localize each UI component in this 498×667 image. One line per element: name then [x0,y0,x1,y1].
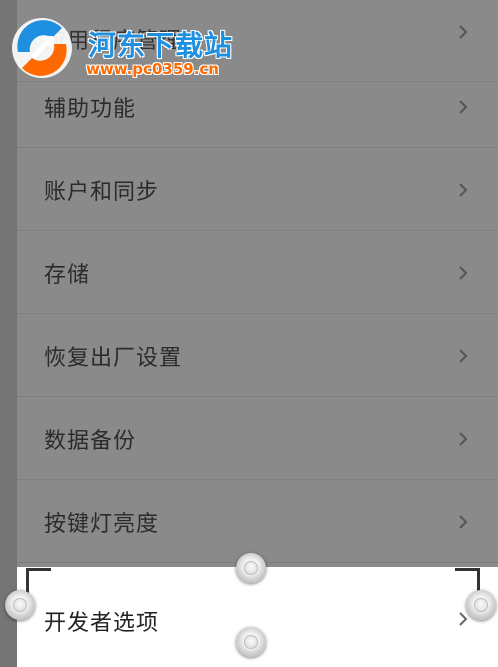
settings-item-key-light-brightness[interactable]: 按键灯亮度 [17,481,498,563]
watermark-url: www.pc0359.cn [86,60,219,78]
chevron-right-icon [459,265,468,280]
settings-item-label: 辅助功能 [44,96,137,122]
settings-item-data-backup[interactable]: 数据备份 [17,398,498,480]
selection-corner-top-right [455,568,480,593]
settings-item-label: 存储 [44,262,91,288]
watermark: 河东下载站 www.pc0359.cn [6,12,256,82]
selection-handle-icon[interactable] [236,627,266,657]
selection-corner-top-left [26,568,51,593]
settings-item-accounts-sync[interactable]: 账户和同步 [17,149,498,231]
chevron-right-icon [459,25,468,39]
selection-handle-icon[interactable] [5,590,35,620]
chevron-right-icon [459,514,468,529]
chevron-right-icon [459,99,468,114]
selection-handle-icon[interactable] [466,590,496,620]
settings-item-label: 数据备份 [44,428,137,454]
settings-item-label: 开发者选项 [44,611,160,636]
selection-handle-icon[interactable] [236,553,266,583]
chevron-right-icon [459,348,468,363]
chevron-right-icon [459,431,468,446]
settings-item-label: 按键灯亮度 [44,511,160,537]
watermark-logo-icon [12,18,72,78]
settings-item-label: 恢复出厂设置 [44,345,183,371]
chevron-right-icon [459,182,468,197]
settings-item-label: 账户和同步 [44,179,160,205]
chevron-right-icon [459,612,468,626]
settings-item-storage[interactable]: 存储 [17,232,498,314]
settings-item-factory-reset[interactable]: 恢复出厂设置 [17,315,498,397]
watermark-title: 河东下载站 [88,29,234,62]
